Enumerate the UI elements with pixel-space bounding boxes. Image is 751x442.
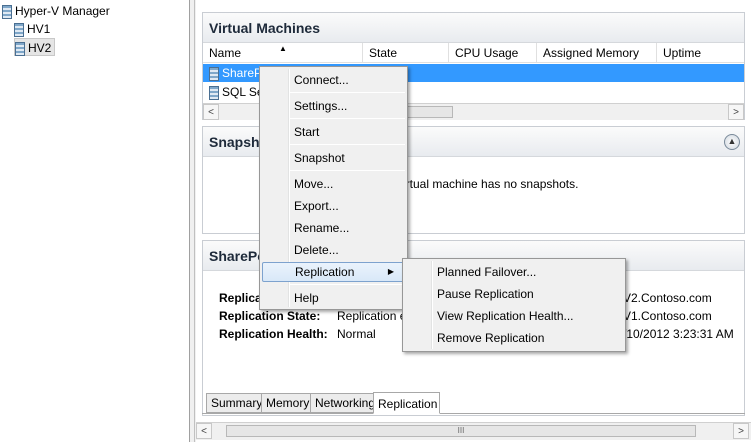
scroll-thumb[interactable]: III bbox=[226, 425, 696, 437]
collapse-up-icon[interactable]: ▲ bbox=[724, 134, 740, 150]
main-horizontal-scrollbar[interactable]: < III > bbox=[196, 422, 751, 440]
tree-root-label: Hyper-V Manager bbox=[15, 4, 110, 18]
column-header-assigned-memory[interactable]: Assigned Memory bbox=[537, 43, 657, 63]
tree-root-hyper-v-manager[interactable]: Hyper-V Manager bbox=[2, 2, 110, 20]
tree-item-hv2[interactable]: HV2 bbox=[14, 38, 56, 56]
column-header-state[interactable]: State bbox=[363, 43, 449, 63]
scroll-right-button[interactable]: > bbox=[728, 104, 744, 120]
sort-ascending-icon: ▲ bbox=[279, 44, 287, 53]
tree-item-hv1[interactable]: HV1 bbox=[14, 20, 50, 38]
column-header-cpu-usage[interactable]: CPU Usage bbox=[449, 43, 537, 63]
replication-submenu: Planned Failover... Pause Replication Vi… bbox=[402, 258, 626, 352]
menu-item-pause-replication[interactable]: Pause Replication bbox=[405, 284, 623, 304]
menu-item-export[interactable]: Export... bbox=[262, 196, 405, 216]
prop-right-value: V1.Contoso.com bbox=[623, 309, 712, 323]
tree-item-label: HV2 bbox=[28, 41, 52, 55]
prop-value: Normal bbox=[337, 327, 376, 341]
vm-icon bbox=[209, 66, 219, 81]
tab-summary[interactable]: Summary bbox=[206, 393, 268, 413]
scroll-left-button[interactable]: < bbox=[203, 104, 219, 120]
submenu-arrow-icon: ▶ bbox=[387, 267, 394, 276]
tree-pane[interactable]: Hyper-V Manager HV1 HV2 bbox=[0, 0, 190, 442]
prop-right-value: /10/2012 3:23:31 AM bbox=[623, 327, 734, 341]
pane-splitter[interactable] bbox=[190, 0, 195, 442]
menu-item-start[interactable]: Start bbox=[262, 122, 405, 142]
menu-item-planned-failover[interactable]: Planned Failover... bbox=[405, 262, 623, 282]
menu-item-connect[interactable]: Connect... bbox=[262, 70, 405, 90]
tab-networking[interactable]: Networking bbox=[310, 393, 381, 413]
menu-item-delete[interactable]: Delete... bbox=[262, 240, 405, 260]
vm-icon bbox=[209, 85, 219, 100]
tab-replication[interactable]: Replication bbox=[373, 392, 440, 414]
prop-label: Replication Health: bbox=[219, 327, 328, 341]
server-icon bbox=[15, 41, 25, 56]
prop-right-value: V2.Contoso.com bbox=[623, 291, 712, 305]
column-header-uptime[interactable]: Uptime bbox=[657, 43, 744, 63]
prop-label: Replica bbox=[219, 291, 262, 305]
menu-item-replication[interactable]: Replication ▶ bbox=[262, 262, 405, 282]
server-icon bbox=[14, 22, 24, 37]
column-header-name[interactable]: Name ▲ bbox=[203, 43, 363, 63]
vm-context-menu: Connect... Settings... Start Snapshot Mo… bbox=[259, 66, 408, 310]
tab-memory[interactable]: Memory bbox=[261, 393, 315, 413]
menu-item-rename[interactable]: Rename... bbox=[262, 218, 405, 238]
scroll-left-button[interactable]: < bbox=[196, 423, 212, 439]
scroll-right-button[interactable]: > bbox=[733, 423, 749, 439]
menu-item-move[interactable]: Move... bbox=[262, 174, 405, 194]
menu-item-remove-replication[interactable]: Remove Replication bbox=[405, 328, 623, 348]
menu-item-snapshot[interactable]: Snapshot bbox=[262, 148, 405, 168]
menu-item-settings[interactable]: Settings... bbox=[262, 96, 405, 116]
tree-item-label: HV1 bbox=[27, 22, 51, 36]
menu-item-view-replication-health[interactable]: View Replication Health... bbox=[405, 306, 623, 326]
menu-item-help[interactable]: Help bbox=[262, 288, 405, 308]
hyper-v-manager-icon bbox=[2, 4, 12, 19]
vm-name: SQL Se bbox=[222, 85, 264, 99]
